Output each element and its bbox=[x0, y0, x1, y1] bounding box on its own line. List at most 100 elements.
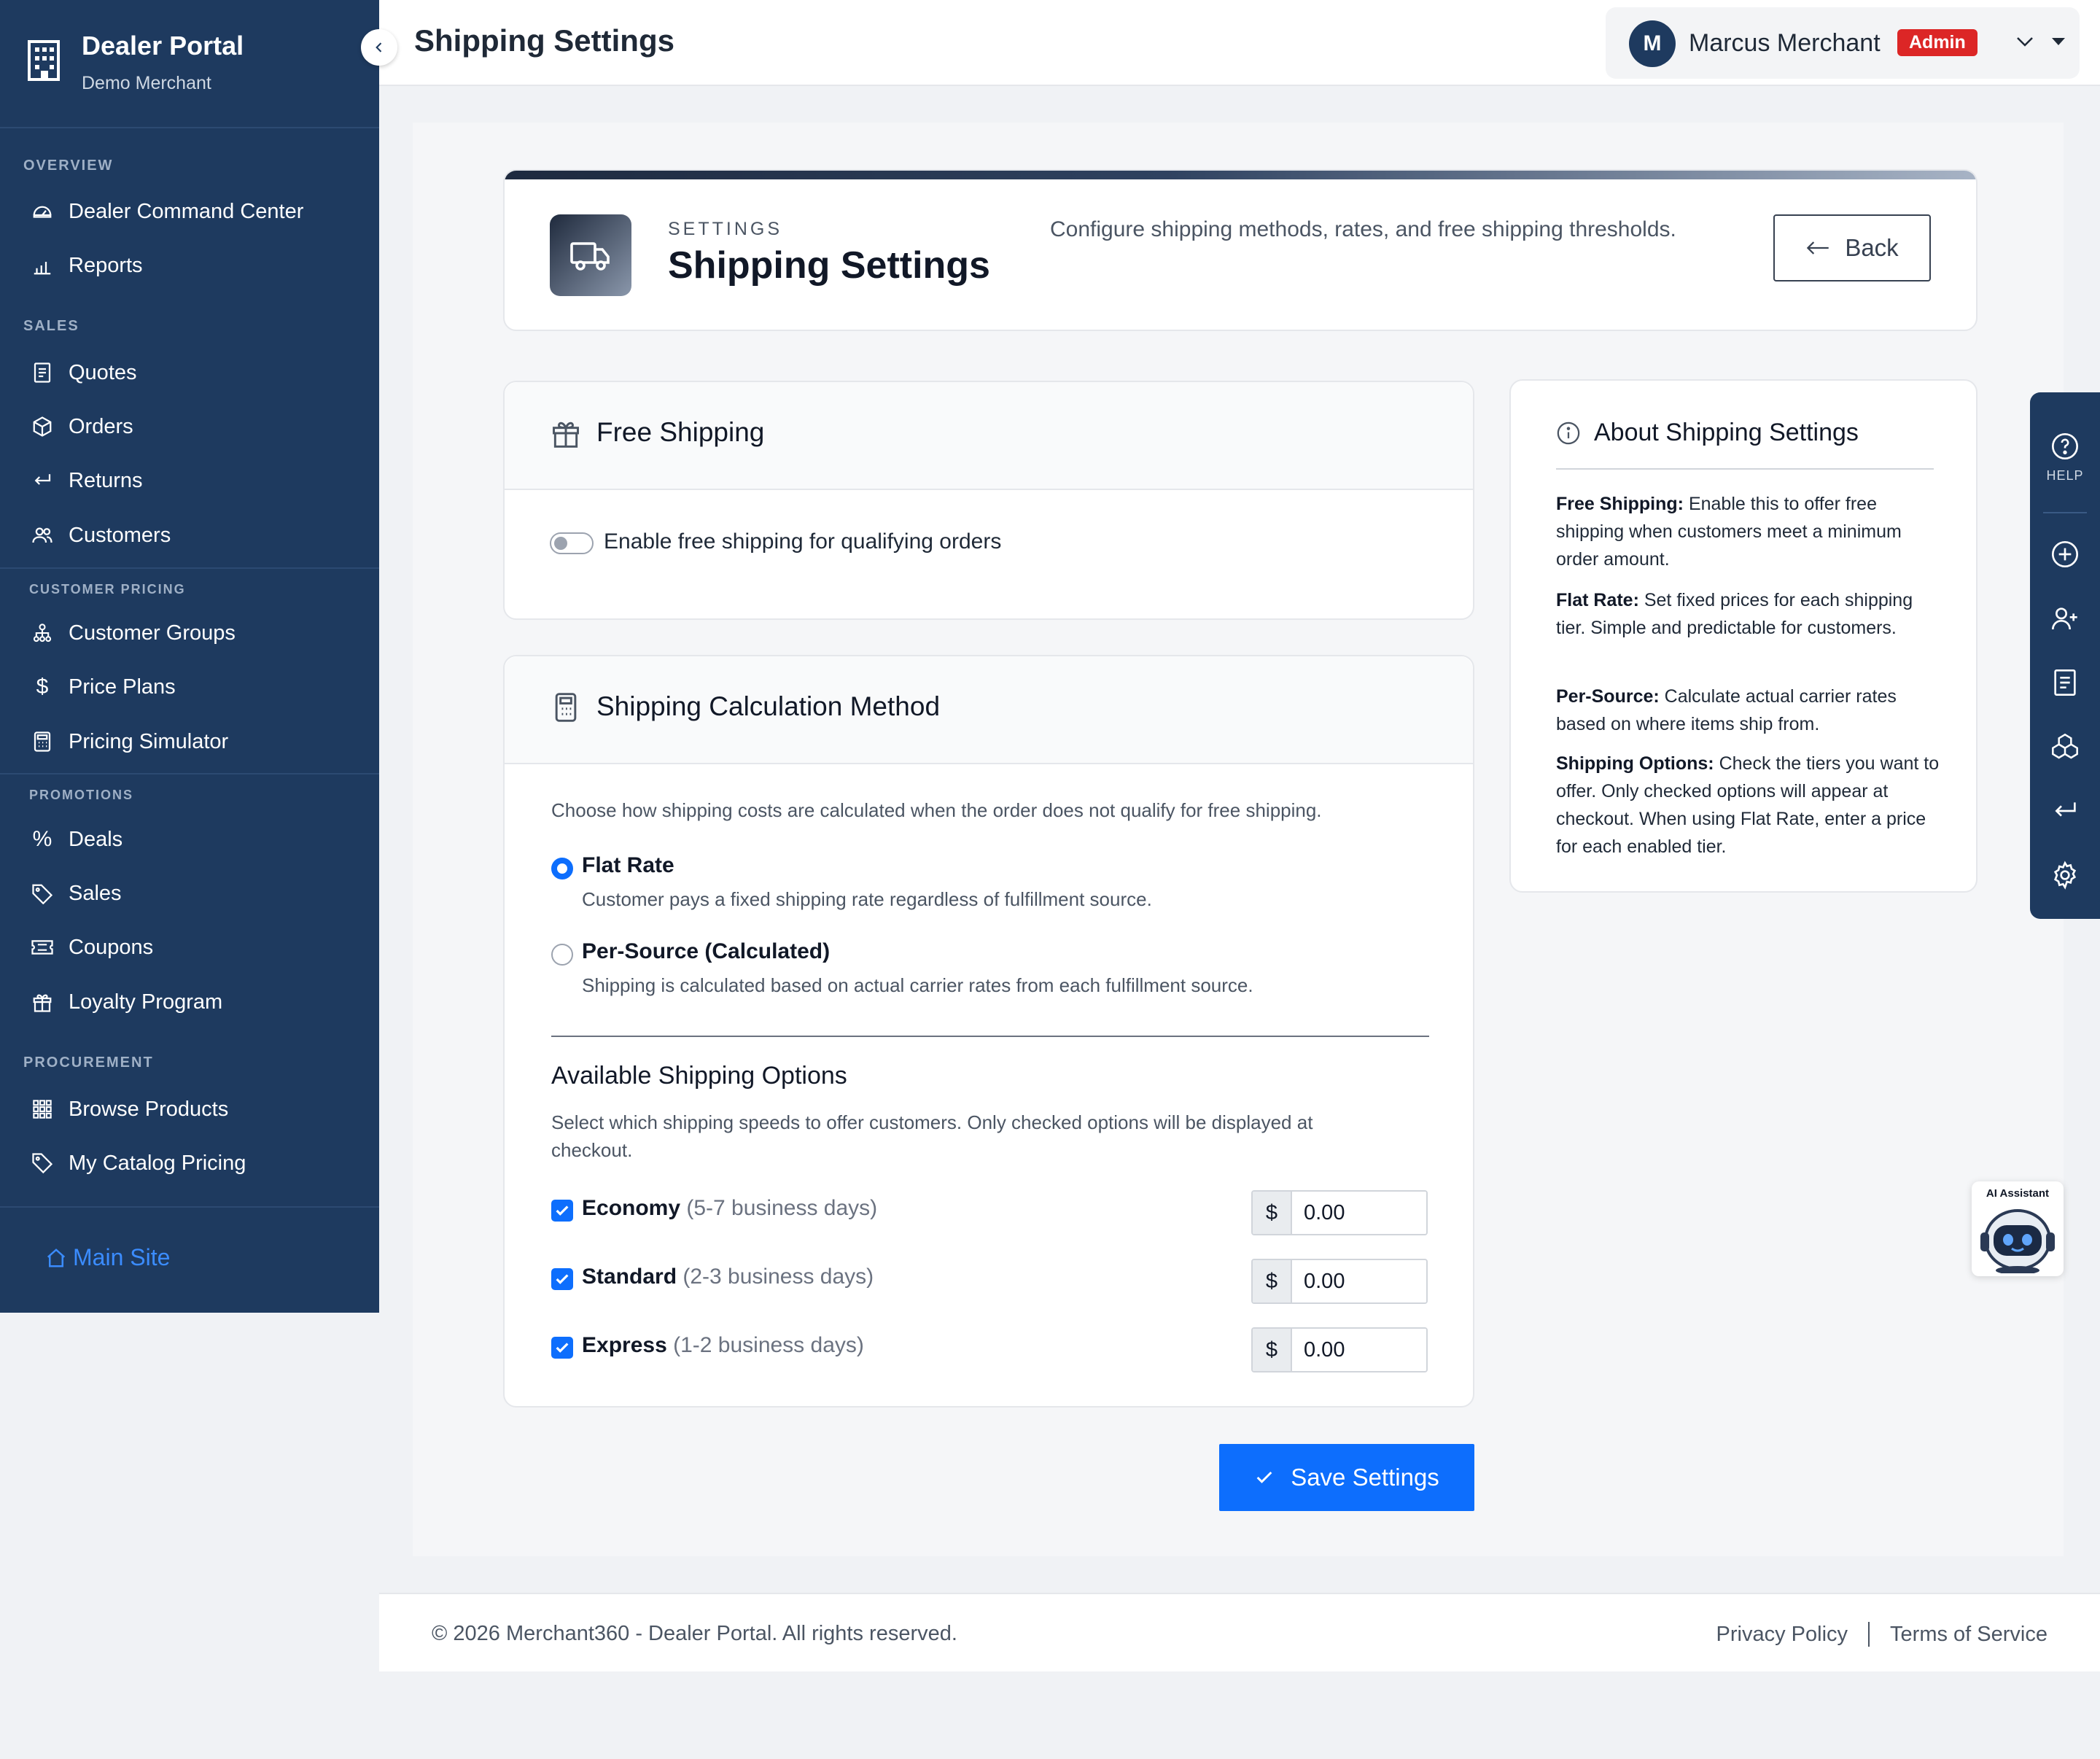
sidebar-item-quotes[interactable]: Quotes bbox=[0, 351, 379, 395]
flat-rate-radio[interactable] bbox=[551, 858, 573, 880]
sidebar-item-browse-products[interactable]: Browse Products bbox=[0, 1087, 379, 1131]
check-icon bbox=[556, 1274, 569, 1284]
free-shipping-toggle[interactable] bbox=[550, 532, 594, 554]
copyright: © 2026 Merchant360 - Dealer Portal. All … bbox=[432, 1622, 957, 1645]
economy-checkbox[interactable] bbox=[551, 1200, 573, 1222]
sidebar-item-customer-groups[interactable]: Customer Groups bbox=[0, 611, 379, 655]
tag-icon bbox=[29, 880, 55, 906]
sidebar-item-price-plans[interactable]: $ Price Plans bbox=[0, 665, 379, 709]
free-shipping-toggle-label[interactable]: Enable free shipping for qualifying orde… bbox=[604, 529, 1001, 554]
economy-label[interactable]: Economy (5-7 business days) bbox=[582, 1196, 877, 1221]
sidebar-item-sales[interactable]: Sales bbox=[0, 871, 379, 915]
rail-add-user-button[interactable] bbox=[2030, 597, 2100, 640]
currency-addon: $ bbox=[1253, 1260, 1292, 1302]
sidebar-item-label: Loyalty Program bbox=[69, 990, 223, 1014]
calculation-method-card: Shipping Calculation Method Choose how s… bbox=[503, 655, 1474, 1407]
rail-settings-button[interactable] bbox=[2030, 853, 2100, 897]
privacy-policy-link[interactable]: Privacy Policy bbox=[1716, 1623, 1848, 1647]
card-header: Free Shipping bbox=[505, 382, 1473, 490]
back-label: Back bbox=[1845, 234, 1899, 261]
sidebar-item-coupons[interactable]: Coupons bbox=[0, 925, 379, 969]
user-menu[interactable]: M Marcus Merchant Admin bbox=[1606, 7, 2080, 79]
main-site-link[interactable]: Main Site bbox=[45, 1244, 170, 1271]
available-options-title: Available Shipping Options bbox=[551, 1062, 847, 1090]
brand-title[interactable]: Dealer Portal bbox=[82, 31, 244, 61]
gift-icon bbox=[553, 422, 579, 448]
header-title: Shipping Settings bbox=[668, 244, 990, 287]
rail-boxes-button[interactable] bbox=[2030, 725, 2100, 769]
brand: Dealer Portal Demo Merchant bbox=[0, 0, 379, 128]
sidebar-item-customers[interactable]: Customers bbox=[0, 513, 379, 557]
divider bbox=[1868, 1622, 1870, 1647]
about-card: About Shipping Settings Free Shipping: E… bbox=[1509, 379, 1978, 893]
economy-name: Economy bbox=[582, 1196, 681, 1220]
nav-divider bbox=[0, 567, 379, 569]
about-shipping-options: Shipping Options: Check the tiers you wa… bbox=[1556, 750, 1942, 861]
box-icon bbox=[29, 413, 55, 440]
gift-icon bbox=[29, 989, 55, 1015]
check-icon bbox=[556, 1343, 569, 1353]
standard-label[interactable]: Standard (2-3 business days) bbox=[582, 1265, 874, 1289]
express-price-input[interactable]: 0.00 bbox=[1292, 1329, 1426, 1371]
sidebar-item-returns[interactable]: Returns bbox=[0, 459, 379, 502]
percent-icon: % bbox=[32, 827, 52, 851]
sidebar-item-label: Reports bbox=[69, 253, 143, 277]
user-name: Marcus Merchant bbox=[1689, 29, 1881, 57]
flat-rate-label[interactable]: Flat Rate bbox=[582, 853, 674, 878]
footer: © 2026 Merchant360 - Dealer Portal. All … bbox=[379, 1593, 2100, 1671]
flat-rate-description: Customer pays a fixed shipping rate rega… bbox=[582, 888, 1152, 910]
sidebar-item-dealer-command-center[interactable]: Dealer Command Center bbox=[0, 190, 379, 233]
express-price-group: $ 0.00 bbox=[1251, 1327, 1428, 1372]
document-icon bbox=[2054, 669, 2076, 696]
caret-down-icon bbox=[2052, 38, 2065, 45]
help-button[interactable] bbox=[2030, 424, 2100, 468]
nav-heading-procurement: PROCUREMENT bbox=[23, 1055, 154, 1071]
calculator-icon bbox=[555, 693, 577, 722]
per-source-label[interactable]: Per-Source (Calculated) bbox=[582, 939, 830, 964]
gear-icon bbox=[2053, 861, 2077, 890]
standard-price-input[interactable]: 0.00 bbox=[1292, 1260, 1426, 1302]
terms-of-service-link[interactable]: Terms of Service bbox=[1890, 1623, 2048, 1647]
about-per-source: Per-Source: Calculate actual carrier rat… bbox=[1556, 683, 1942, 738]
page-header-card: SETTINGS Shipping Settings Configure shi… bbox=[503, 169, 1978, 331]
sidebar-item-label: Pricing Simulator bbox=[69, 729, 229, 753]
boxes-icon bbox=[2052, 733, 2078, 759]
users-icon bbox=[29, 522, 55, 548]
home-icon bbox=[47, 1248, 66, 1267]
save-settings-button[interactable]: Save Settings bbox=[1219, 1444, 1474, 1511]
building-icon bbox=[28, 40, 60, 81]
back-button[interactable]: Back bbox=[1773, 214, 1931, 281]
about-title: About Shipping Settings bbox=[1594, 419, 1859, 446]
footer-links: Privacy Policy Terms of Service bbox=[1716, 1622, 2048, 1647]
rail-return-button[interactable] bbox=[2030, 789, 2100, 833]
sidebar-item-my-catalog-pricing[interactable]: My Catalog Pricing bbox=[0, 1141, 379, 1185]
calculator-icon bbox=[29, 729, 55, 755]
tags-icon bbox=[29, 1150, 55, 1176]
about-flat-rate: Flat Rate: Set fixed prices for each shi… bbox=[1556, 586, 1942, 642]
add-user-icon bbox=[2052, 607, 2077, 630]
per-source-radio[interactable] bbox=[551, 944, 573, 966]
sidebar-item-loyalty-program[interactable]: Loyalty Program bbox=[0, 980, 379, 1024]
info-icon bbox=[1557, 422, 1580, 444]
about-free-shipping: Free Shipping: Enable this to offer free… bbox=[1556, 490, 1942, 573]
nav-heading-overview: OVERVIEW bbox=[23, 158, 114, 174]
express-checkbox[interactable] bbox=[551, 1337, 573, 1359]
standard-price-group: $ 0.00 bbox=[1251, 1259, 1428, 1304]
sidebar-item-deals[interactable]: % Deals bbox=[0, 818, 379, 861]
sidebar-item-label: Quotes bbox=[69, 360, 137, 384]
sidebar-item-orders[interactable]: Orders bbox=[0, 405, 379, 449]
economy-price-input[interactable]: 0.00 bbox=[1292, 1192, 1426, 1234]
ai-assistant-widget[interactable]: AI Assistant bbox=[1972, 1181, 2064, 1276]
currency-addon: $ bbox=[1253, 1192, 1292, 1234]
express-label[interactable]: Express (1-2 business days) bbox=[582, 1333, 864, 1358]
sidebar-item-reports[interactable]: Reports bbox=[0, 244, 379, 287]
sidebar-item-pricing-simulator[interactable]: Pricing Simulator bbox=[0, 720, 379, 764]
card-header: Shipping Calculation Method bbox=[505, 656, 1473, 764]
rail-add-button[interactable] bbox=[2030, 532, 2100, 576]
express-days: (1-2 business days) bbox=[673, 1333, 864, 1357]
rail-document-button[interactable] bbox=[2030, 661, 2100, 704]
nav-heading-promotions: PROMOTIONS bbox=[29, 788, 134, 802]
sidebar-collapse-button[interactable] bbox=[361, 29, 397, 66]
save-label: Save Settings bbox=[1291, 1464, 1439, 1491]
standard-checkbox[interactable] bbox=[551, 1268, 573, 1290]
